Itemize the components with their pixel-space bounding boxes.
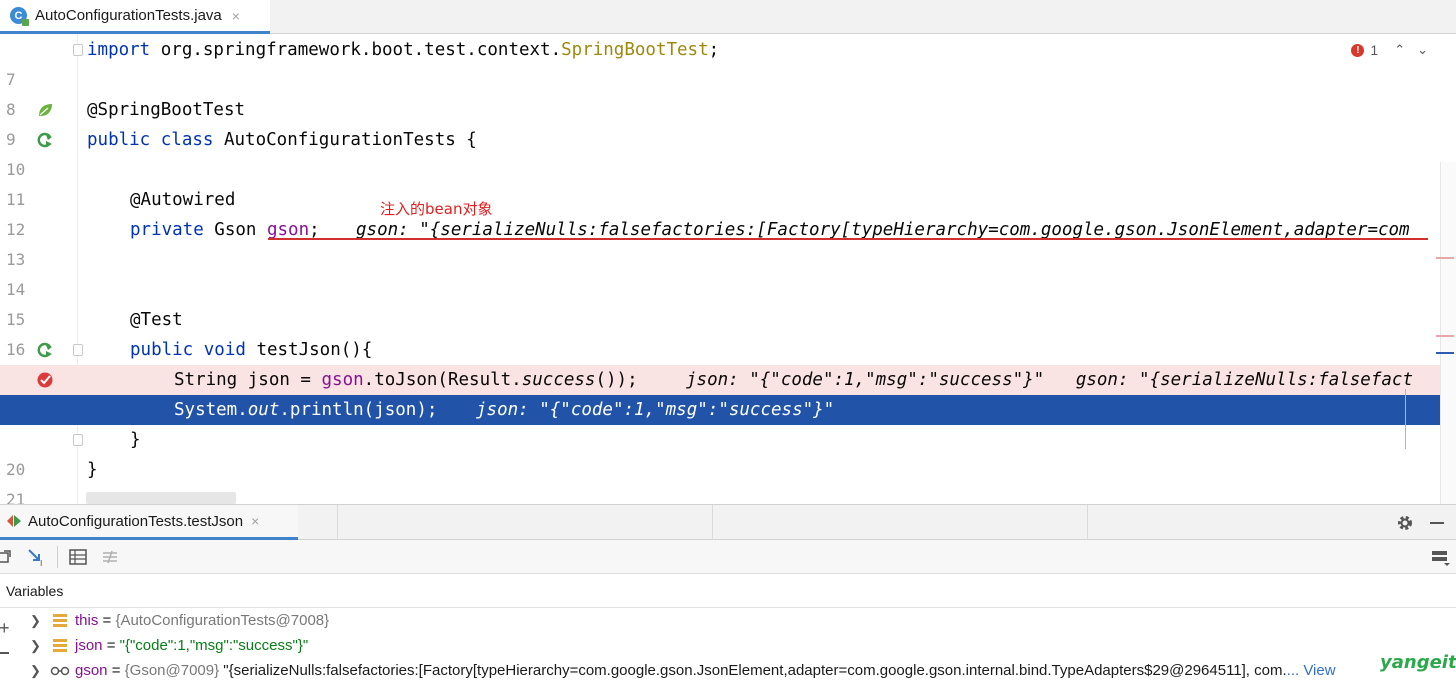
add-icon[interactable]: + <box>0 618 10 639</box>
run-test-icon[interactable] <box>36 341 54 359</box>
error-stripe-mark[interactable] <box>1436 335 1454 337</box>
horizontal-scrollbar[interactable] <box>86 492 236 504</box>
annotation-note: 注入的bean对象 <box>380 200 493 218</box>
svg-text:I: I <box>40 559 42 567</box>
code-line-current: 19 System.out.println(json); json: "{"co… <box>0 395 1456 449</box>
chevron-right-icon[interactable]: ❯ <box>30 658 41 683</box>
inspection-widget[interactable]: ! 1 ⌃ ⌄ <box>1351 42 1428 58</box>
code-line: 14 <box>0 245 1456 299</box>
view-link[interactable]: ... View <box>1287 662 1336 679</box>
close-icon[interactable]: × <box>232 8 240 24</box>
divider <box>1087 505 1088 540</box>
error-count: 1 <box>1370 42 1379 58</box>
chevron-down-icon[interactable]: ⌄ <box>1417 42 1428 58</box>
debug-session-tab[interactable]: AutoConfigurationTests.testJson × <box>0 505 298 540</box>
code-line: 21 } <box>0 455 1456 504</box>
debug-toolbar: I <box>0 540 1456 574</box>
code-line: 10 public class AutoConfigurationTests { <box>0 125 1456 179</box>
code-line: 17 public void testJson(){ <box>0 335 1456 389</box>
code-line: 8 <box>0 65 1456 119</box>
toolbar-separator <box>57 546 58 568</box>
fold-icon[interactable] <box>73 434 83 446</box>
code-line: 12 @Autowired <box>0 185 1456 239</box>
variable-row[interactable]: ❯ gson = {Gson@7009} "{serializeNulls:fa… <box>0 658 1456 683</box>
variable-row[interactable]: ❯ this = {AutoConfigurationTests@7008} <box>0 608 1456 633</box>
right-margin-guide <box>1405 389 1406 449</box>
spring-leaf-icon[interactable] <box>36 101 54 119</box>
code-line: 11 <box>0 155 1456 209</box>
caret-stripe-mark[interactable] <box>1436 352 1454 354</box>
vertical-scrollbar[interactable] <box>1440 162 1456 504</box>
code-line: 13 private Gson gson; gson: "{serializeN… <box>0 215 1456 269</box>
debug-run-icon <box>7 515 21 527</box>
inline-debug-hint: json: "{"code":1,"msg":"success"}" <box>476 400 835 420</box>
minimize-icon[interactable] <box>1430 522 1444 524</box>
chevron-right-icon[interactable]: ❯ <box>30 608 41 633</box>
java-class-icon: C <box>10 7 29 26</box>
error-icon: ! <box>1351 43 1365 57</box>
chevron-right-icon[interactable]: ❯ <box>30 633 41 658</box>
editor-tab-title: AutoConfigurationTests.java <box>35 7 222 24</box>
code-editor[interactable]: 7 import org.springframework.boot.test.c… <box>0 34 1456 504</box>
field-icon <box>53 639 67 652</box>
code-line: 15 <box>0 275 1456 329</box>
variable-row[interactable]: ❯ json = "{"code":1,"msg":"success"}" <box>0 633 1456 658</box>
gear-icon[interactable] <box>1396 514 1414 532</box>
field-icon <box>53 614 67 627</box>
fold-icon[interactable] <box>73 44 83 56</box>
remove-icon[interactable] <box>0 652 9 654</box>
variables-header: Variables <box>0 574 1456 608</box>
code-line-breakpoint: 18 String json = gson.toJson(Result.succ… <box>0 365 1456 419</box>
table-view-icon[interactable] <box>68 547 88 567</box>
restore-layout-icon[interactable] <box>0 547 16 567</box>
close-icon[interactable]: × <box>251 513 259 529</box>
layout-options-icon[interactable] <box>1430 547 1450 567</box>
variables-side-toolbar: + <box>0 608 14 684</box>
run-test-icon[interactable] <box>36 131 54 149</box>
watermark: yangeit <box>1380 652 1456 673</box>
inline-debug-hint: gson: "{serializeNulls:falsefactories:[F… <box>356 220 1410 240</box>
code-line: 16 @Test <box>0 305 1456 359</box>
watch-glasses-icon <box>50 666 70 676</box>
chevron-up-icon[interactable]: ⌃ <box>1394 42 1405 58</box>
editor-tab-bar: C AutoConfigurationTests.java × <box>0 0 1456 34</box>
divider <box>337 505 338 540</box>
code-line: 20 } <box>0 425 1456 479</box>
divider <box>712 505 713 540</box>
debug-tab-title: AutoConfigurationTests.testJson <box>28 512 244 530</box>
step-into-icon[interactable]: I <box>26 547 46 567</box>
code-line: 9 @SpringBootTest <box>0 95 1456 149</box>
layout-settings-icon[interactable] <box>100 547 120 567</box>
error-stripe-mark[interactable] <box>1436 257 1454 259</box>
debug-tab-bar: AutoConfigurationTests.testJson × <box>0 504 1456 540</box>
editor-tab[interactable]: C AutoConfigurationTests.java × <box>0 0 270 34</box>
inline-debug-hint: json: "{"code":1,"msg":"success"}" gson:… <box>686 370 1413 390</box>
variables-list: ❯ this = {AutoConfigurationTests@7008} ❯… <box>0 608 1456 684</box>
annotation-underline <box>268 238 1428 240</box>
breakpoint-icon[interactable] <box>36 371 54 389</box>
code-line: 7 import org.springframework.boot.test.c… <box>0 35 1456 89</box>
fold-icon[interactable] <box>73 344 83 356</box>
